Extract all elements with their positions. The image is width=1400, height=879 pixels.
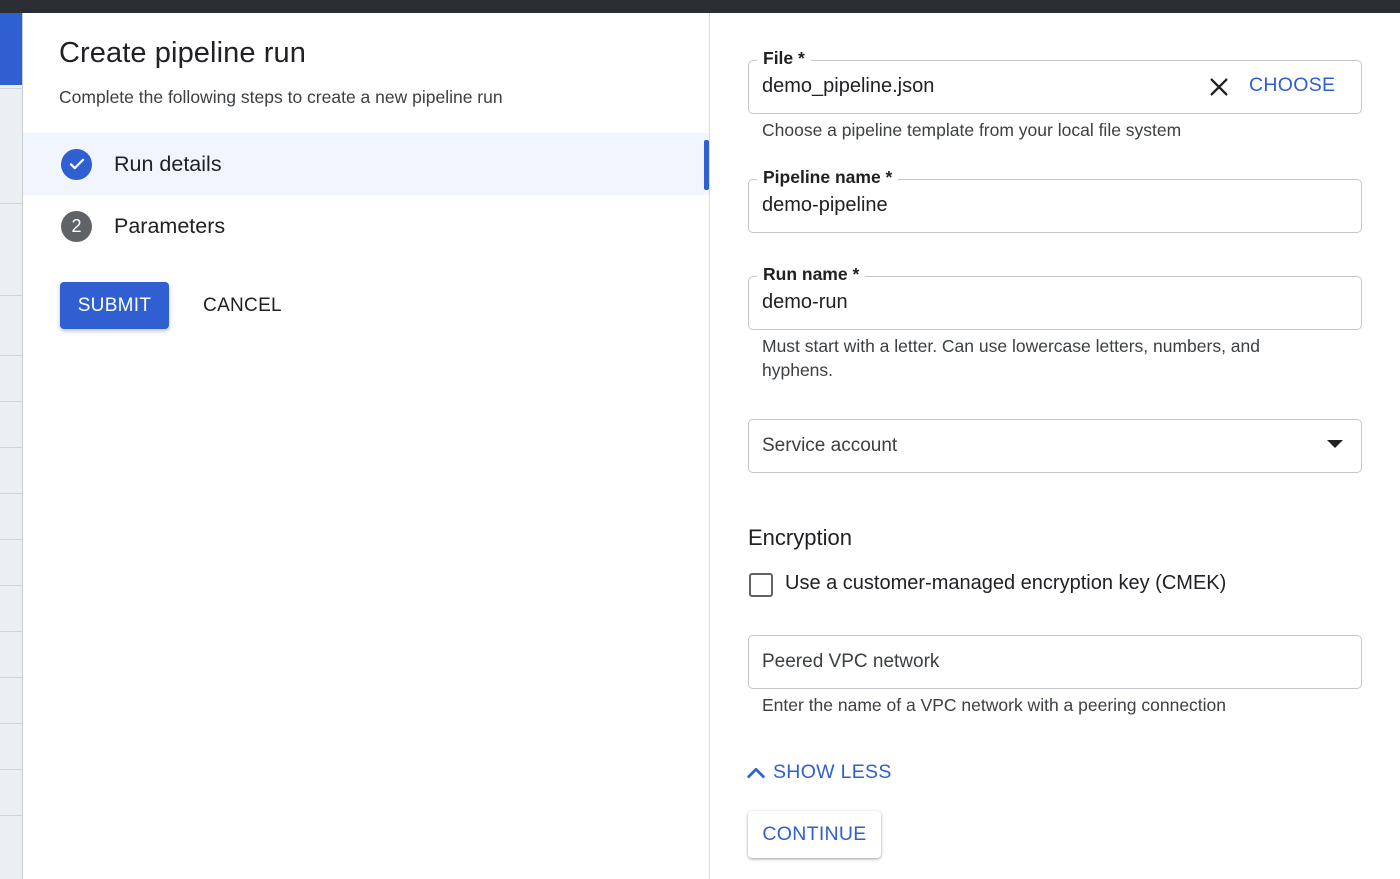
show-less-label: SHOW LESS	[773, 761, 892, 783]
file-field[interactable]: File * demo_pipeline.json CHOOSE	[748, 48, 1362, 114]
service-account-select[interactable]: Service account	[748, 419, 1362, 473]
run-details-form: File * demo_pipeline.json CHOOSE Choose …	[710, 13, 1400, 879]
background-page-strip	[0, 13, 23, 879]
show-less-button[interactable]: SHOW LESS	[745, 761, 892, 784]
background-row-line	[0, 88, 22, 89]
file-field-label: File *	[757, 48, 811, 69]
background-header-block	[0, 13, 22, 85]
check-circle-icon	[61, 148, 92, 180]
step-number-badge: 2	[61, 210, 92, 242]
top-bar	[0, 0, 1400, 13]
stepper-panel: Create pipeline run Complete the followi…	[23, 13, 709, 879]
background-row-line	[0, 401, 22, 402]
background-row-line	[0, 493, 22, 494]
step-label: Run details	[114, 151, 222, 176]
background-row-line	[0, 631, 22, 632]
run-name-value: demo-run	[762, 291, 848, 313]
run-name-hint: Must start with a letter. Can use lowerc…	[762, 336, 1260, 380]
run-name-field[interactable]: Run name * demo-run	[748, 264, 1362, 330]
background-row-line	[0, 355, 22, 356]
background-row-line	[0, 539, 22, 540]
background-row-line	[0, 769, 22, 770]
file-field-hint: Choose a pipeline template from your loc…	[762, 120, 1182, 140]
cmek-checkbox-label[interactable]: Use a customer-managed encryption key (C…	[785, 572, 1226, 595]
background-row-line	[0, 585, 22, 586]
dialog-subtitle: Complete the following steps to create a…	[59, 87, 503, 107]
submit-button[interactable]: SUBMIT	[60, 282, 169, 329]
background-row-line	[0, 723, 22, 724]
cmek-checkbox[interactable]	[749, 573, 773, 597]
encryption-heading: Encryption	[748, 525, 852, 550]
vpc-network-field[interactable]: Peered VPC network	[748, 635, 1362, 689]
pipeline-name-value: demo-pipeline	[762, 194, 888, 216]
choose-file-button[interactable]: CHOOSE	[1249, 74, 1335, 97]
dialog-title: Create pipeline run	[59, 37, 306, 69]
background-row-line	[0, 295, 22, 296]
step-run-details[interactable]: Run details	[23, 133, 709, 195]
vpc-network-hint: Enter the name of a VPC network with a p…	[762, 695, 1227, 715]
file-field-value: demo_pipeline.json	[762, 75, 935, 97]
run-name-label: Run name *	[757, 264, 866, 285]
background-row-line	[0, 815, 22, 816]
continue-button[interactable]: CONTINUE	[748, 811, 881, 858]
cancel-button[interactable]: CANCEL	[191, 282, 294, 329]
step-parameters[interactable]: 2 Parameters	[23, 195, 709, 257]
step-label: Parameters	[114, 213, 226, 238]
pipeline-name-label: Pipeline name *	[757, 167, 899, 188]
background-row-line	[0, 203, 22, 204]
background-row-line	[0, 677, 22, 678]
pipeline-name-field[interactable]: Pipeline name * demo-pipeline	[748, 167, 1362, 233]
vpc-network-placeholder: Peered VPC network	[762, 651, 940, 672]
service-account-placeholder: Service account	[762, 435, 898, 456]
dropdown-arrow-icon	[1327, 440, 1343, 448]
chevron-up-icon	[747, 767, 765, 778]
background-row-line	[0, 447, 22, 448]
close-icon[interactable]	[1205, 73, 1233, 101]
